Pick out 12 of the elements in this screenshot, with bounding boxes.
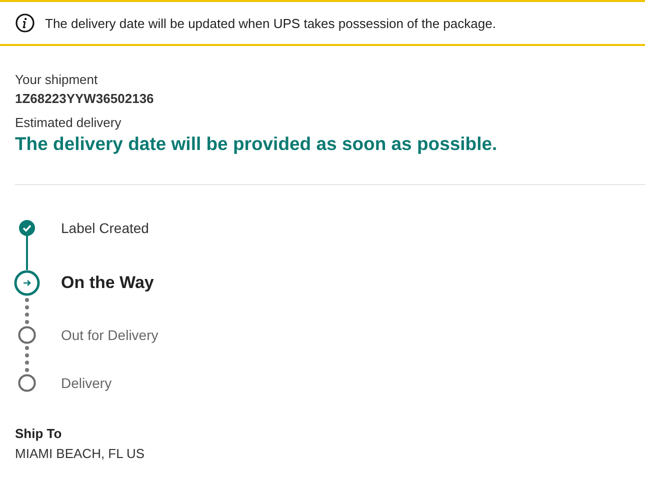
estimate-label: Estimated delivery [15, 115, 122, 131]
step-label: Label Created [61, 220, 149, 236]
tracking-number: 1Z68223YYW36502136 [15, 91, 155, 107]
shipment-label: Your shipment [15, 72, 99, 88]
ship-to-label: Ship To [15, 426, 63, 441]
step-label: Delivery [61, 374, 112, 392]
notice-text: The delivery date will be updated when UPS takes possession of the package. [45, 16, 496, 30]
estimate-text: The delivery date will be provided as soon as possible. [15, 132, 498, 156]
step-label: Out for Delivery [61, 326, 158, 344]
ship-to-address: MIAMI BEACH, FL US [15, 446, 146, 461]
info-icon [15, 13, 35, 33]
step-label: On the Way [61, 272, 154, 294]
